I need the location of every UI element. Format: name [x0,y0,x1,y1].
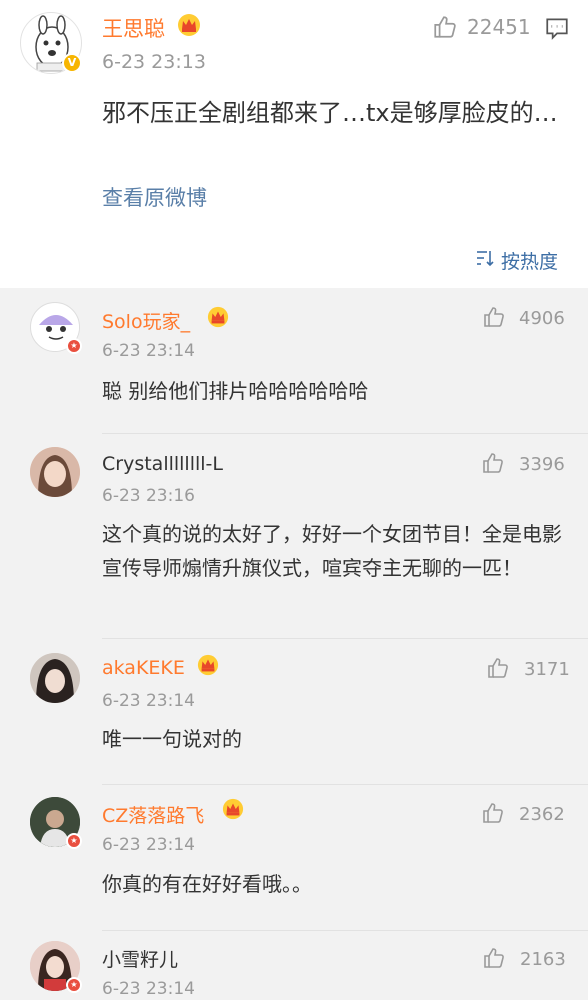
like-count: 3396 [519,454,565,475]
author-name[interactable]: 王思聪 [102,13,165,43]
sort-button[interactable]: 按热度 [475,247,558,274]
sort-label: 按热度 [500,251,558,273]
sort-icon [475,248,495,273]
like-count: 4906 [519,308,565,329]
post-time: 6-23 23:13 [102,51,206,73]
comment-text: 这个真的说的太好了，好好一个女团节目！全是电影宣传导师煽情升旗仪式，喧宾夺主无聊… [102,522,562,580]
thumbs-up-icon[interactable] [432,14,458,44]
verified-icon: V [62,53,82,73]
comment-time: 6-23 23:16 [102,486,195,506]
comment-time: 6-23 23:14 [102,835,195,855]
comment-time: 6-23 23:14 [102,691,195,711]
post-text: 邪不压正全剧组都来了…tx是够厚脸皮的… [102,99,558,127]
like-count: 2362 [519,804,565,825]
commenter-name[interactable]: CZ落落路飞 [102,801,204,828]
comment-icon[interactable] [544,15,570,45]
thumbs-up-icon[interactable] [482,305,506,333]
crown-icon [176,13,202,41]
comment-item: ★ Solo玩家_ 6-23 23:14 4906 聪 别给他们排片哈哈哈哈哈哈 [0,288,588,434]
comment-item: ★ CZ落落路飞 6-23 23:14 2362 你真的有在好好看哦。。 [0,785,588,931]
comment-item: akaKEKE 6-23 23:14 3171 唯一一句说对的 [0,639,588,785]
thumbs-up-icon[interactable] [481,451,505,479]
like-count: 2163 [520,949,566,970]
crown-icon [196,654,220,680]
comment-time: 6-23 23:14 [102,979,195,999]
crown-icon [221,798,245,824]
like-count: 22451 [467,15,531,39]
commenter-name[interactable]: Crystallllllll-L [102,453,223,475]
commenter-name[interactable]: 小雪籽儿 [102,945,178,972]
thumbs-up-icon[interactable] [482,946,506,974]
main-post: V 王思聪 6-23 23:13 22451 邪不压正全剧组都来了…tx是够厚脸… [0,0,588,288]
comment-text: 唯一一句说对的 [102,727,242,751]
like-count: 3171 [524,659,570,680]
verified-icon: ★ [66,338,82,354]
view-original-link[interactable]: 查看原微博 [102,182,207,212]
comment-text: 你真的有在好好看哦。。 [102,872,312,896]
commenter-name[interactable]: akaKEKE [102,657,185,679]
thumbs-up-icon[interactable] [481,801,505,829]
comment-item: Crystallllllll-L 6-23 23:16 3396 这个真的说的太… [0,434,588,639]
comment-text: 聪 别给他们排片哈哈哈哈哈哈 [102,379,369,403]
comment-item: ★ 小雪籽儿 6-23 23:14 2163 [0,931,588,1000]
crown-icon [206,306,230,332]
commenter-avatar[interactable] [30,447,80,497]
comment-time: 6-23 23:14 [102,341,195,361]
commenter-avatar[interactable] [30,653,80,703]
verified-icon: ★ [66,833,82,849]
verified-icon: ★ [66,977,82,993]
commenter-name[interactable]: Solo玩家_ [102,307,190,334]
thumbs-up-icon[interactable] [486,656,510,684]
